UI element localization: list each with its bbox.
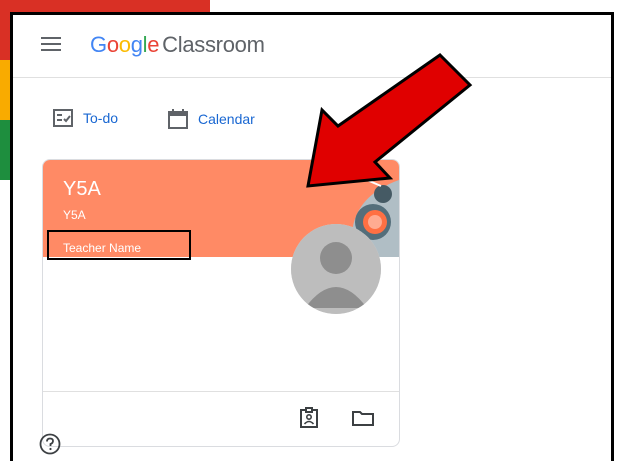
nav-calendar-label: Calendar: [198, 111, 255, 127]
logo-letter: o: [118, 32, 131, 57]
nav-todo-label: To-do: [83, 110, 119, 126]
assignment-icon: [300, 407, 318, 428]
class-section: Y5A: [63, 208, 86, 222]
help-icon: [39, 433, 61, 455]
avatar-person-icon: [291, 224, 381, 314]
class-card-footer: [43, 391, 399, 446]
class-title[interactable]: Y5A: [63, 178, 101, 201]
logo-google: Google: [90, 32, 159, 57]
logo-letter: g: [130, 32, 143, 57]
nav-calendar[interactable]: Calendar: [168, 109, 255, 129]
logo-letter: G: [90, 32, 107, 57]
logo-letter: o: [106, 32, 119, 57]
classroom-window: Google Classroom To-do Calendar Y5A Y5A T…: [10, 12, 614, 461]
folder-icon: [352, 411, 374, 426]
app-header: Google Classroom: [13, 15, 611, 78]
hamburger-menu-icon: [41, 37, 61, 39]
teacher-highlight-box: [47, 230, 191, 260]
help-button[interactable]: [39, 433, 61, 455]
todo-list-icon: [53, 109, 73, 127]
nav-todo[interactable]: To-do: [53, 109, 118, 127]
logo-letter: e: [147, 32, 160, 57]
main-menu-button[interactable]: [41, 37, 61, 53]
class-card[interactable]: Y5A Y5A Teacher Name: [42, 159, 400, 447]
open-assignments-button[interactable]: [297, 406, 321, 430]
teacher-avatar: [291, 224, 381, 314]
logo-product: Classroom: [162, 32, 265, 57]
calendar-icon: [168, 109, 188, 129]
open-folder-button[interactable]: [351, 406, 375, 430]
app-logo[interactable]: Google Classroom: [90, 32, 265, 58]
